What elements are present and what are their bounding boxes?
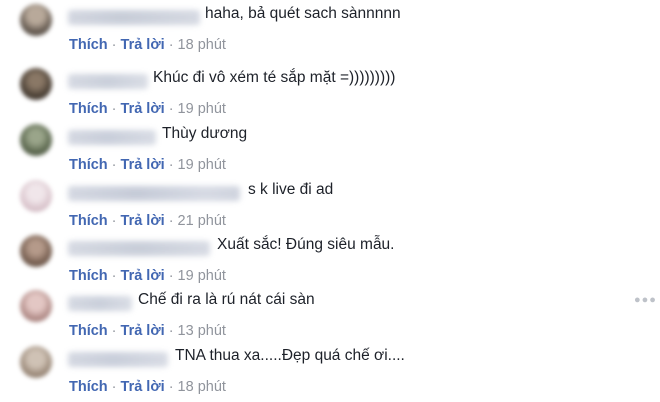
comment-item: s k live đi ad Thích · Trả lời · 21 phút	[0, 176, 660, 232]
timestamp[interactable]: 18 phút	[178, 37, 226, 53]
like-link[interactable]: Thích	[69, 157, 108, 173]
separator: ·	[111, 213, 117, 229]
avatar[interactable]	[20, 68, 52, 100]
separator: ·	[111, 37, 117, 53]
like-link[interactable]: Thích	[69, 101, 108, 117]
comment-actions: Thích · Trả lời · 18 phút	[69, 34, 226, 56]
separator: ·	[168, 323, 174, 339]
like-link[interactable]: Thích	[69, 268, 108, 284]
like-link[interactable]: Thích	[69, 213, 108, 229]
author-name-blurred[interactable]	[68, 74, 148, 89]
comment-text: haha, bả quét sach sànnnnn	[205, 5, 401, 22]
separator: ·	[111, 323, 117, 339]
comment-item: Khúc đi vô xém té sắp mặt =))))))))) Thí…	[0, 64, 660, 120]
reply-link[interactable]: Trả lời	[121, 268, 165, 284]
separator: ·	[111, 268, 117, 284]
separator: ·	[168, 379, 174, 395]
separator: ·	[168, 157, 174, 173]
timestamp[interactable]: 19 phút	[178, 101, 226, 117]
comment-actions: Thích · Trả lời · 18 phút	[69, 376, 226, 398]
author-name-blurred[interactable]	[68, 296, 132, 311]
avatar[interactable]	[20, 290, 52, 322]
reply-link[interactable]: Trả lời	[121, 323, 165, 339]
reply-link[interactable]: Trả lời	[121, 157, 165, 173]
like-link[interactable]: Thích	[69, 323, 108, 339]
avatar[interactable]	[20, 124, 52, 156]
separator: ·	[111, 157, 117, 173]
separator: ·	[168, 37, 174, 53]
author-name-blurred[interactable]	[68, 130, 156, 145]
author-name-blurred[interactable]	[68, 10, 200, 25]
separator: ·	[111, 101, 117, 117]
comment-text: Thùy dương	[162, 125, 248, 142]
separator: ·	[168, 213, 174, 229]
reply-link[interactable]: Trả lời	[121, 379, 165, 395]
author-name-blurred[interactable]	[68, 352, 168, 367]
separator: ·	[111, 379, 117, 395]
comment-item: Chế đi ra là rú nát cái sàn ●●● Thích · Tr…	[0, 286, 660, 342]
like-link[interactable]: Thích	[69, 379, 108, 395]
comment-actions: Thích · Trả lời · 21 phút	[69, 210, 226, 232]
comment-text: Xuất sắc! Đúng siêu mẫu.	[217, 236, 395, 253]
timestamp[interactable]: 13 phút	[178, 323, 226, 339]
comment-actions: Thích · Trả lời · 19 phút	[69, 265, 226, 287]
separator: ·	[168, 268, 174, 284]
comment-text: Khúc đi vô xém té sắp mặt =)))))))))	[153, 69, 396, 86]
reply-link[interactable]: Trả lời	[121, 213, 165, 229]
avatar[interactable]	[20, 235, 52, 267]
comment-item: Thùy dương Thích · Trả lời · 19 phút	[0, 120, 660, 176]
comment-text: s k live đi ad	[248, 181, 334, 198]
comment-actions: Thích · Trả lời · 19 phút	[69, 98, 226, 120]
more-options-icon[interactable]: ●●●	[634, 294, 656, 306]
comment-item: haha, bả quét sach sànnnnn Thích · Trả lời…	[0, 0, 660, 56]
author-name-blurred[interactable]	[68, 241, 210, 256]
comment-actions: Thích · Trả lời · 19 phút	[69, 154, 226, 176]
avatar[interactable]	[20, 180, 52, 212]
reply-link[interactable]: Trả lời	[121, 101, 165, 117]
comment-item: Xuất sắc! Đúng siêu mẫu. Thích · Trả lời · 1…	[0, 231, 660, 287]
timestamp[interactable]: 19 phút	[178, 268, 226, 284]
separator: ·	[168, 101, 174, 117]
comment-text: Chế đi ra là rú nát cái sàn	[138, 291, 315, 308]
like-link[interactable]: Thích	[69, 37, 108, 53]
comment-list: haha, bả quét sach sànnnnn Thích · Trả lời…	[0, 0, 660, 402]
comment-text: TNA thua xa.....Đẹp quá chế ơi....	[175, 347, 405, 364]
comment-item: TNA thua xa.....Đẹp quá chế ơi.... Thích…	[0, 342, 660, 398]
timestamp[interactable]: 19 phút	[178, 157, 226, 173]
timestamp[interactable]: 21 phút	[178, 213, 226, 229]
author-name-blurred[interactable]	[68, 186, 240, 201]
comment-actions: Thích · Trả lời · 13 phút	[69, 320, 226, 342]
timestamp[interactable]: 18 phút	[178, 379, 226, 395]
avatar[interactable]	[20, 346, 52, 378]
reply-link[interactable]: Trả lời	[121, 37, 165, 53]
avatar[interactable]	[20, 4, 52, 36]
